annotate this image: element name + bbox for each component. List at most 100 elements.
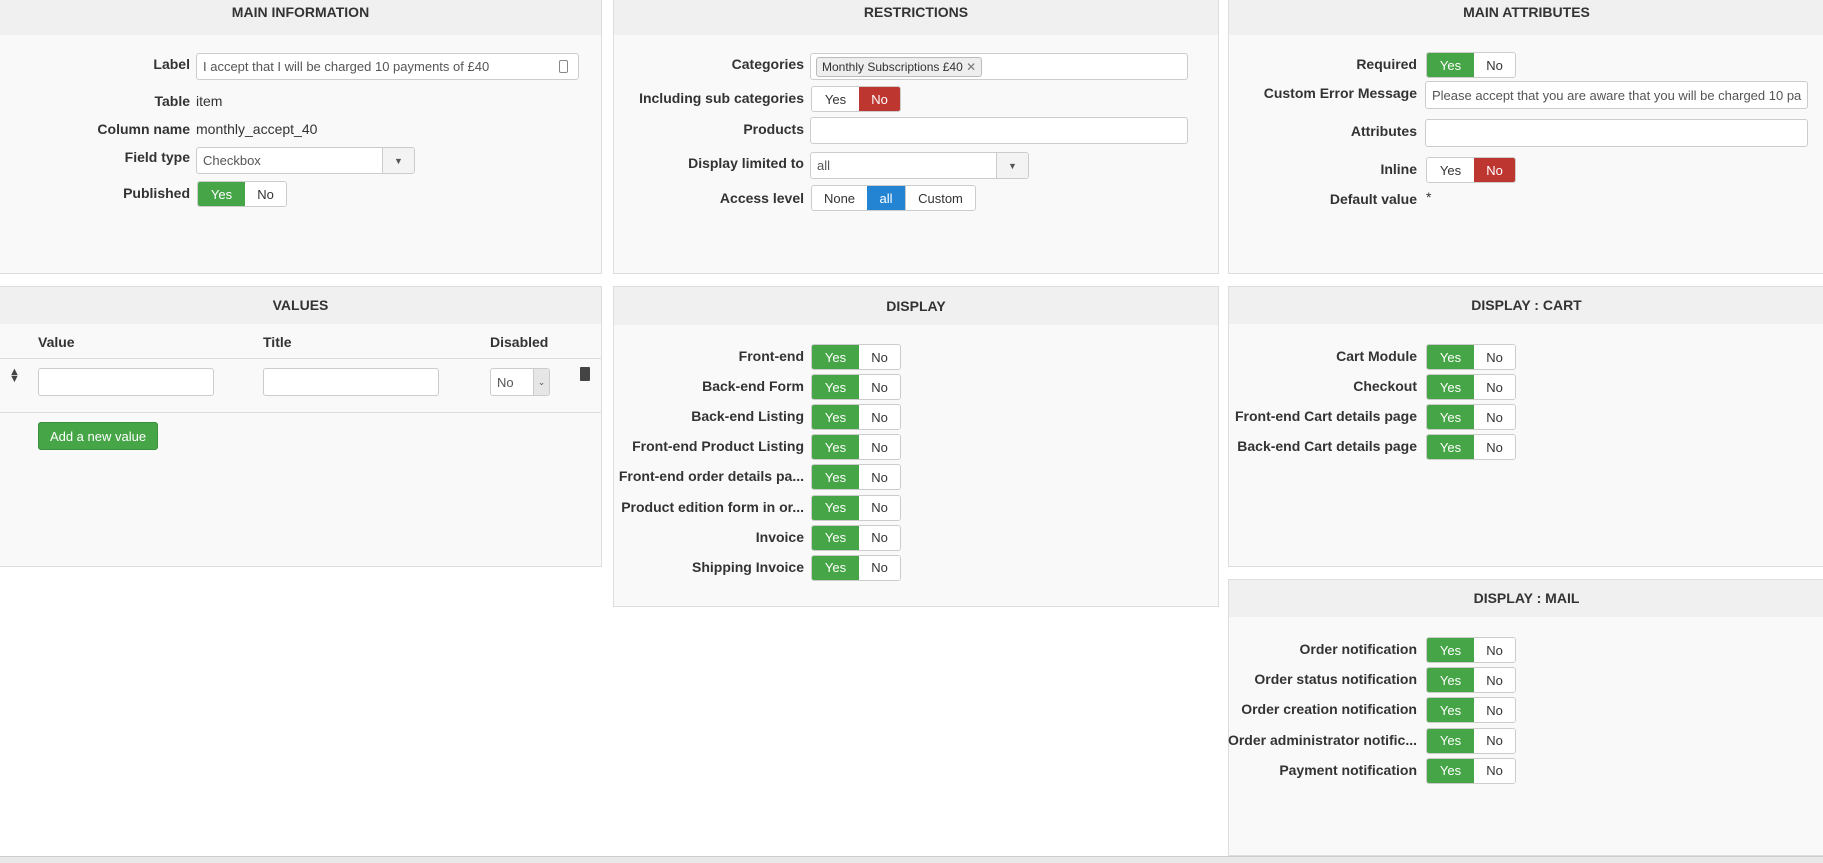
translate-icon[interactable] [559, 60, 568, 73]
column-name-value: monthly_accept_40 [196, 121, 318, 137]
toggle-row-label: Payment notification [1279, 761, 1417, 778]
category-tag: Monthly Subscriptions £40 ✕ [816, 56, 983, 77]
published-no[interactable]: No [245, 182, 286, 206]
toggle-row-label: Front-end Cart details page [1234, 408, 1417, 424]
drag-handle-icon[interactable]: ▲ ▼ [9, 367, 20, 385]
column-header-disabled: Disabled [490, 334, 549, 350]
toggle-no[interactable]: No [1474, 345, 1515, 369]
toggle-row-label: Back-end Form [702, 378, 804, 395]
toggle-row-label: Back-end Listing [691, 408, 804, 425]
required-label: Required [1356, 56, 1417, 72]
published-yes[interactable]: Yes [198, 182, 245, 206]
toggle-yes[interactable]: Yes [1427, 758, 1474, 783]
toggle-yes[interactable]: Yes [1427, 435, 1474, 459]
column-name-label: Column name [97, 121, 190, 137]
field-type-select[interactable]: Checkbox ▼ [196, 147, 415, 174]
toggle-yes[interactable]: Yes [812, 555, 859, 580]
toggle-no[interactable]: No [859, 525, 900, 550]
toggle-no[interactable]: No [859, 465, 900, 490]
yes-no-toggle: Yes No [1426, 434, 1516, 460]
label-input[interactable]: I accept that I will be charged 10 payme… [196, 53, 579, 80]
yes-no-toggle: Yes No [1426, 637, 1516, 663]
display-limited-select[interactable]: all ▼ [810, 152, 1029, 179]
published-label: Published [123, 185, 190, 201]
toggle-row-label: Order notification [1299, 641, 1417, 657]
trash-icon[interactable] [580, 367, 590, 381]
toggle-yes[interactable]: Yes [812, 375, 859, 400]
toggle-yes[interactable]: Yes [812, 495, 859, 520]
yes-no-toggle: Yes No [811, 554, 901, 581]
toggle-yes[interactable]: Yes [1427, 375, 1474, 399]
toggle-yes[interactable]: Yes [1427, 345, 1474, 369]
inline-label: Inline [1380, 161, 1417, 177]
custom-error-value: Please accept that you are aware that yo… [1432, 87, 1802, 103]
toggle-no[interactable]: No [1474, 375, 1515, 399]
toggle-yes[interactable]: Yes [1427, 728, 1474, 753]
add-value-button[interactable]: Add a new value [38, 422, 158, 450]
field-type-label: Field type [124, 149, 190, 165]
toggle-yes[interactable]: Yes [812, 435, 859, 460]
yes-no-toggle: Yes No [1426, 404, 1516, 430]
column-header-value: Value [38, 334, 75, 350]
access-none[interactable]: None [812, 186, 867, 210]
access-custom[interactable]: Custom [905, 186, 975, 210]
toggle-no[interactable]: No [1474, 638, 1515, 662]
toggle-no[interactable]: No [859, 435, 900, 460]
yes-no-toggle: Yes No [1426, 757, 1516, 784]
toggle-no[interactable]: No [1474, 435, 1515, 459]
sub-categories-yes[interactable]: Yes [812, 87, 859, 111]
access-level-label: Access level [719, 190, 804, 206]
toggle-no[interactable]: No [1474, 405, 1515, 429]
disabled-select[interactable]: No ⌄ [490, 368, 550, 396]
toggle-row-label: Order administrator notific... [1227, 731, 1417, 748]
toggle-yes[interactable]: Yes [812, 405, 859, 430]
attributes-input[interactable] [1425, 119, 1808, 147]
toggle-yes[interactable]: Yes [812, 345, 859, 369]
products-input[interactable] [810, 117, 1188, 144]
toggle-no[interactable]: No [1474, 728, 1515, 753]
remove-tag-icon[interactable]: ✕ [966, 60, 976, 74]
yes-no-toggle: Yes No [1426, 344, 1516, 370]
toggle-yes[interactable]: Yes [812, 525, 859, 550]
toggle-no[interactable]: No [859, 495, 900, 520]
yes-no-toggle: Yes No [811, 404, 901, 431]
panel-title: VALUES [0, 287, 601, 324]
required-yes[interactable]: Yes [1427, 53, 1474, 77]
main-information-panel: MAIN INFORMATION Label I accept that I w… [0, 0, 602, 274]
panel-title: DISPLAY : CART [1229, 287, 1823, 324]
divider [0, 358, 601, 359]
display-limited-value: all [817, 158, 831, 173]
toggle-yes[interactable]: Yes [1427, 668, 1474, 693]
toggle-yes[interactable]: Yes [1427, 638, 1474, 662]
access-level-toggle: None all Custom [811, 185, 976, 211]
access-all[interactable]: all [867, 186, 905, 210]
toggle-no[interactable]: No [1474, 668, 1515, 693]
toggle-yes[interactable]: Yes [812, 465, 859, 490]
toggle-no[interactable]: No [859, 345, 900, 369]
value-input[interactable] [38, 368, 214, 396]
categories-input[interactable]: Monthly Subscriptions £40 ✕ [810, 53, 1188, 80]
toggle-yes[interactable]: Yes [1427, 405, 1474, 429]
toggle-yes[interactable]: Yes [1427, 698, 1474, 723]
inline-no[interactable]: No [1474, 158, 1515, 182]
column-header-title: Title [263, 334, 292, 350]
horizontal-scrollbar[interactable] [0, 856, 1823, 863]
toggle-row-label: Shipping Invoice [691, 558, 804, 575]
required-no[interactable]: No [1474, 53, 1515, 77]
toggle-no[interactable]: No [859, 555, 900, 580]
field-type-value: Checkbox [203, 153, 261, 168]
display-cart-panel: DISPLAY : CART Cart Module Yes No Checkout Y… [1228, 286, 1823, 567]
inline-yes[interactable]: Yes [1427, 158, 1474, 182]
toggle-no[interactable]: No [1474, 758, 1515, 783]
toggle-row-label: Checkout [1353, 378, 1417, 394]
yes-no-toggle: Yes No [811, 464, 901, 491]
toggle-row-label: Front-end order details pa... [618, 468, 804, 485]
sub-categories-no[interactable]: No [859, 87, 900, 111]
toggle-no[interactable]: No [1474, 698, 1515, 723]
toggle-no[interactable]: No [859, 405, 900, 430]
title-input[interactable] [263, 368, 439, 396]
panel-title: RESTRICTIONS [614, 0, 1218, 35]
toggle-no[interactable]: No [859, 375, 900, 400]
custom-error-input[interactable]: Please accept that you are aware that yo… [1425, 81, 1808, 109]
chevron-down-icon: ▼ [382, 148, 414, 173]
